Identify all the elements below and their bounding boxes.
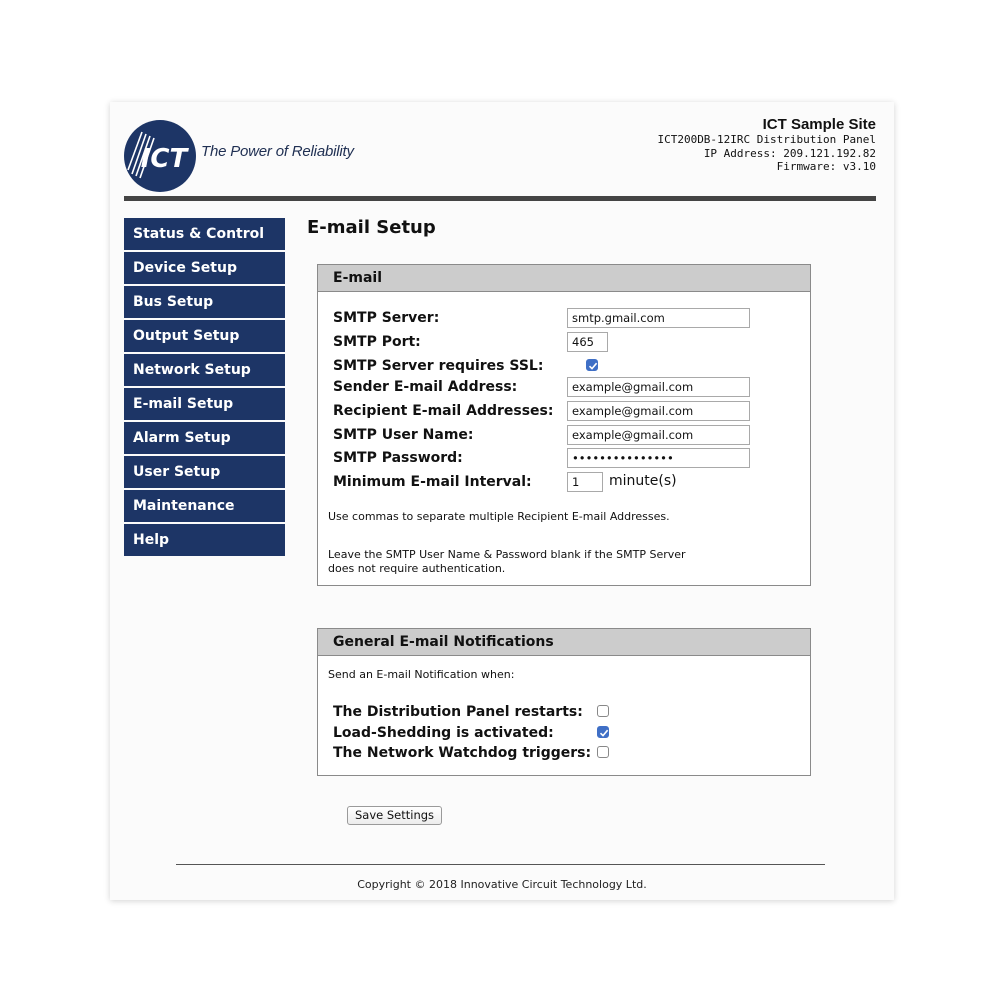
recipients-label: Recipient E-mail Addresses:	[333, 403, 554, 419]
smtp-server-label: SMTP Server:	[333, 310, 440, 326]
notifications-panel-heading: General E-mail Notifications	[318, 629, 810, 656]
interval-row: Minimum E-mail Interval: minute(s)	[333, 472, 793, 494]
firmware-version: Firmware: v3.10	[776, 160, 876, 173]
user-name-row: SMTP User Name:	[333, 425, 793, 447]
sidebar-nav: Status & Control Device Setup Bus Setup …	[124, 218, 285, 558]
password-input[interactable]	[567, 448, 750, 468]
interval-unit: minute(s)	[609, 473, 677, 489]
interval-label: Minimum E-mail Interval:	[333, 474, 532, 490]
sidebar-item-network-setup[interactable]: Network Setup	[124, 354, 285, 386]
site-info: ICT Sample Site ICT200DB-12IRC Distribut…	[657, 116, 876, 174]
page-title: E-mail Setup	[307, 217, 436, 238]
ict-logo: ICT	[124, 120, 196, 192]
tagline: The Power of Reliability	[201, 143, 354, 160]
sender-email-input[interactable]	[567, 377, 750, 397]
header-divider	[124, 196, 876, 201]
interval-input[interactable]	[567, 472, 603, 492]
email-panel-heading: E-mail	[318, 265, 810, 292]
sidebar-item-device-setup[interactable]: Device Setup	[124, 252, 285, 284]
sidebar-item-output-setup[interactable]: Output Setup	[124, 320, 285, 352]
user-name-label: SMTP User Name:	[333, 427, 474, 443]
svg-text:ICT: ICT	[141, 144, 190, 174]
smtp-server-row: SMTP Server:	[333, 308, 793, 330]
notif-restart-label: The Distribution Panel restarts:	[333, 704, 583, 720]
model-line: ICT200DB-12IRC Distribution Panel	[657, 133, 876, 146]
sidebar-item-alarm-setup[interactable]: Alarm Setup	[124, 422, 285, 454]
copyright: Copyright © 2018 Innovative Circuit Tech…	[357, 878, 647, 891]
notif-load-shedding-label: Load-Shedding is activated:	[333, 725, 554, 741]
smtp-port-row: SMTP Port:	[333, 332, 793, 354]
ssl-row: SMTP Server requires SSL:	[333, 356, 793, 378]
auth-note-line-2: does not require authentication.	[328, 562, 506, 575]
sender-row: Sender E-mail Address:	[333, 377, 793, 399]
ssl-checkbox[interactable]	[586, 359, 598, 371]
auth-note: Leave the SMTP User Name & Password blan…	[328, 548, 798, 576]
notif-row-load-shedding: Load-Shedding is activated:	[333, 723, 793, 745]
recipients-note: Use commas to separate multiple Recipien…	[328, 510, 670, 523]
password-row: SMTP Password:	[333, 448, 793, 470]
site-name: ICT Sample Site	[762, 116, 876, 133]
ssl-label: SMTP Server requires SSL:	[333, 358, 544, 374]
sidebar-item-help[interactable]: Help	[124, 524, 285, 556]
notif-watchdog-checkbox[interactable]	[597, 746, 609, 758]
recipients-row: Recipient E-mail Addresses:	[333, 401, 793, 423]
email-panel: E-mail SMTP Server: SMTP Port: SMTP Serv…	[317, 264, 811, 586]
sidebar-item-email-setup[interactable]: E-mail Setup	[124, 388, 285, 420]
password-label: SMTP Password:	[333, 450, 463, 466]
notif-row-restart: The Distribution Panel restarts:	[333, 702, 793, 724]
smtp-port-input[interactable]	[567, 332, 608, 352]
sidebar-item-user-setup[interactable]: User Setup	[124, 456, 285, 488]
notifications-panel: General E-mail Notifications Send an E-m…	[317, 628, 811, 776]
ip-address: IP Address: 209.121.192.82	[703, 146, 876, 160]
notifications-intro: Send an E-mail Notification when:	[328, 668, 515, 681]
notif-load-shedding-checkbox[interactable]	[597, 726, 609, 738]
sidebar-item-maintenance[interactable]: Maintenance	[124, 490, 285, 522]
save-settings-button[interactable]: Save Settings	[347, 806, 443, 825]
footer-divider	[176, 864, 825, 865]
smtp-port-label: SMTP Port:	[333, 334, 421, 350]
smtp-server-input[interactable]	[567, 308, 750, 328]
sender-label: Sender E-mail Address:	[333, 379, 518, 395]
notif-restart-checkbox[interactable]	[597, 705, 609, 717]
auth-note-line-1: Leave the SMTP User Name & Password blan…	[328, 548, 686, 561]
recipients-input[interactable]	[567, 401, 750, 421]
user-name-input[interactable]	[567, 425, 750, 445]
sidebar-item-bus-setup[interactable]: Bus Setup	[124, 286, 285, 318]
notif-row-watchdog: The Network Watchdog triggers:	[333, 743, 793, 765]
sidebar-item-status-control[interactable]: Status & Control	[124, 218, 285, 250]
notif-watchdog-label: The Network Watchdog triggers:	[333, 745, 592, 761]
